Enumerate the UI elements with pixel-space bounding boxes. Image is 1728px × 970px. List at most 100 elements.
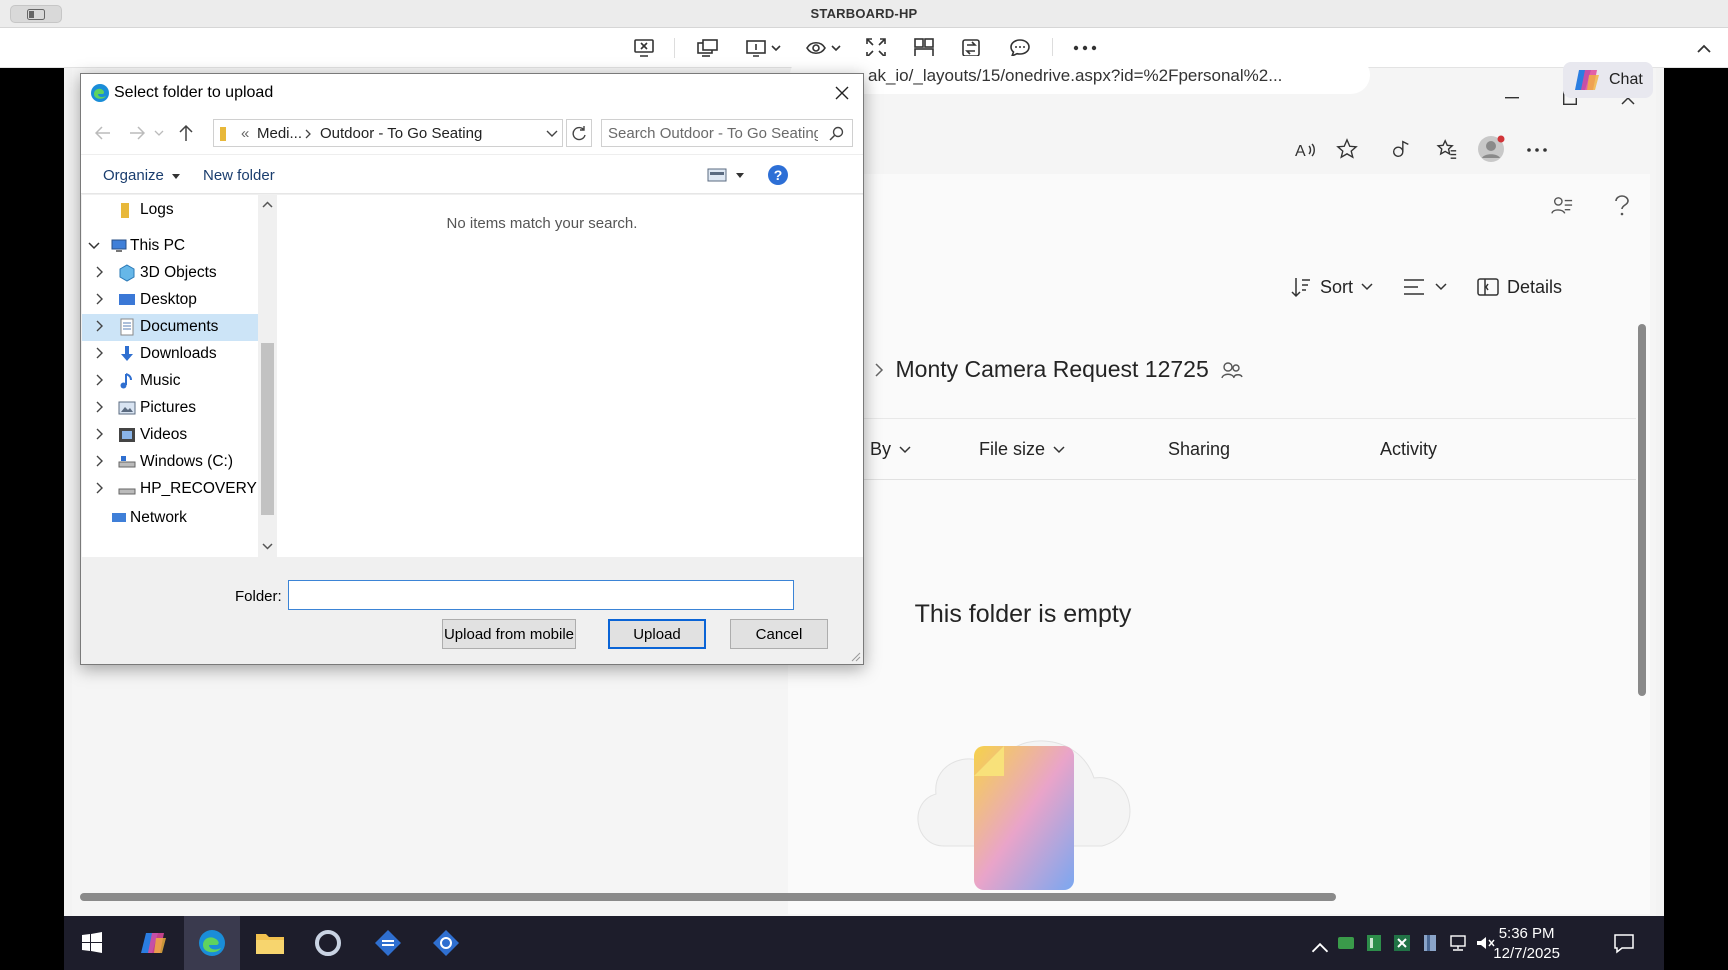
- horizontal-scrollbar[interactable]: [80, 893, 1336, 901]
- tree-item-this-pc[interactable]: This PC: [82, 233, 258, 260]
- resize-grip-icon[interactable]: [851, 652, 861, 662]
- favorite-star-icon[interactable]: [1334, 136, 1360, 162]
- new-folder-button[interactable]: New folder: [203, 167, 275, 184]
- tray-app-2-icon[interactable]: [1364, 933, 1384, 953]
- column-file-size[interactable]: File size: [979, 439, 1065, 460]
- taskbar-copilot[interactable]: [126, 916, 182, 970]
- display-options-icon[interactable]: [744, 36, 784, 60]
- windows-logo-icon: [82, 932, 102, 953]
- system-clock[interactable]: 5:36 PM 12/7/2025: [1493, 924, 1560, 964]
- chevron-down-icon[interactable]: [546, 130, 558, 138]
- chevron-down-icon: [88, 242, 100, 250]
- collapse-toolbar-icon[interactable]: [1694, 36, 1714, 60]
- tree-item-music[interactable]: Music: [82, 368, 258, 395]
- chevron-right-icon: [305, 129, 311, 139]
- tray-app-3-icon[interactable]: [1420, 933, 1440, 953]
- tree-item-desktop[interactable]: Desktop: [82, 287, 258, 314]
- dialog-navigation: « Medi... Outdoor - To Go Seating: [81, 112, 863, 154]
- tray-excel-icon[interactable]: [1392, 933, 1412, 953]
- path-current[interactable]: Outdoor - To Go Seating: [320, 125, 482, 142]
- collections-icon[interactable]: [1434, 136, 1460, 162]
- column-sharing[interactable]: Sharing: [1168, 439, 1230, 460]
- search-box[interactable]: [601, 119, 853, 147]
- tree-item-windows-c[interactable]: Windows (C:): [82, 449, 258, 476]
- chevron-right-icon: [96, 428, 103, 440]
- details-button[interactable]: Details: [1477, 277, 1562, 298]
- disconnect-icon[interactable]: [630, 36, 658, 60]
- column-activity[interactable]: Activity: [1380, 439, 1437, 460]
- refresh-icon: [572, 126, 586, 141]
- tree-item-network[interactable]: Network: [82, 505, 258, 532]
- view-mode-icon[interactable]: [707, 168, 727, 182]
- address-url[interactable]: ak_io/_layouts/15/onedrive.aspx?id=%2Fpe…: [868, 66, 1282, 86]
- caret-down-icon[interactable]: [736, 173, 744, 178]
- column-modified-by[interactable]: By: [870, 439, 911, 460]
- tree-label: Documents: [140, 318, 219, 335]
- settings-more-icon[interactable]: [1524, 138, 1550, 162]
- chevron-right-icon: [96, 320, 103, 332]
- read-aloud-icon[interactable]: A: [1294, 138, 1318, 162]
- activity-feed-icon[interactable]: [1548, 192, 1576, 220]
- folder-icon: [256, 934, 284, 954]
- clock-time: 5:36 PM: [1498, 925, 1555, 942]
- taskbar-app-blue[interactable]: [360, 916, 416, 970]
- scroll-down-icon: [262, 543, 273, 550]
- tree-item-downloads[interactable]: Downloads: [82, 341, 258, 368]
- notifications-icon[interactable]: [1612, 931, 1636, 955]
- cancel-button[interactable]: Cancel: [730, 619, 828, 649]
- upload-button[interactable]: Upload: [608, 619, 706, 649]
- tree-scroll-thumb[interactable]: [261, 343, 274, 515]
- vertical-scrollbar[interactable]: [1638, 324, 1646, 696]
- network-icon[interactable]: [1448, 933, 1468, 953]
- tree-item-logs[interactable]: Logs: [82, 197, 258, 224]
- caret-down-icon: [172, 173, 181, 179]
- back-arrow-icon[interactable]: [95, 126, 111, 140]
- taskbar-app-ring[interactable]: [300, 916, 356, 970]
- taskbar-edge[interactable]: [184, 916, 240, 970]
- column-label: File size: [979, 439, 1046, 459]
- taskbar-settings-app[interactable]: [418, 916, 474, 970]
- recent-locations-icon[interactable]: [154, 130, 164, 136]
- address-path[interactable]: « Medi... Outdoor - To Go Seating: [213, 119, 563, 147]
- file-list-pane[interactable]: No items match your search.: [277, 195, 863, 557]
- documents-icon: [120, 318, 134, 336]
- empty-folder-illustration: [917, 740, 1131, 890]
- profile-avatar[interactable]: [1476, 134, 1506, 164]
- help-icon[interactable]: [1608, 192, 1636, 220]
- start-button[interactable]: [64, 916, 120, 970]
- tree-scrollbar[interactable]: [258, 195, 277, 557]
- sort-button[interactable]: Sort: [1290, 276, 1373, 298]
- extensions-icon[interactable]: [1388, 136, 1414, 162]
- tray-app-1-icon[interactable]: [1336, 933, 1356, 953]
- help-icon[interactable]: ?: [767, 164, 789, 186]
- taskbar-file-explorer[interactable]: [242, 916, 298, 970]
- tree-label: Logs: [140, 201, 174, 218]
- path-overflow[interactable]: «: [241, 125, 249, 142]
- refresh-button[interactable]: [566, 119, 592, 147]
- tree-item-hp-recovery[interactable]: HP_RECOVERY (D: [82, 476, 258, 503]
- close-icon[interactable]: [827, 78, 857, 108]
- forward-arrow-icon[interactable]: [129, 126, 145, 140]
- tree-item-documents[interactable]: Documents: [82, 314, 258, 341]
- view-options-button[interactable]: [1403, 278, 1447, 296]
- copilot-chat-button[interactable]: Chat: [1563, 62, 1653, 98]
- organize-button[interactable]: Organize: [103, 167, 181, 184]
- tree-item-3d-objects[interactable]: 3D Objects: [82, 260, 258, 287]
- folder-name-input[interactable]: [288, 580, 794, 610]
- upload-from-mobile-button[interactable]: Upload from mobile: [442, 619, 576, 649]
- up-arrow-icon[interactable]: [179, 124, 193, 142]
- breadcrumb: s Monty Camera Request 12725: [850, 356, 1243, 383]
- app-diamond-icon: [375, 930, 401, 956]
- show-hidden-icons-icon[interactable]: [1310, 938, 1330, 958]
- path-parent[interactable]: Medi...: [257, 125, 302, 142]
- tree-item-pictures[interactable]: Pictures: [82, 395, 258, 422]
- shared-people-icon: [1221, 361, 1243, 378]
- tree-label: Videos: [140, 426, 188, 443]
- minimize-icon[interactable]: [1492, 88, 1532, 108]
- chevron-down-icon: [1361, 283, 1373, 291]
- tree-label: This PC: [130, 237, 186, 254]
- search-input[interactable]: [608, 123, 818, 143]
- pictures-icon: [118, 401, 136, 415]
- monitors-icon[interactable]: [694, 36, 722, 60]
- tree-item-videos[interactable]: Videos: [82, 422, 258, 449]
